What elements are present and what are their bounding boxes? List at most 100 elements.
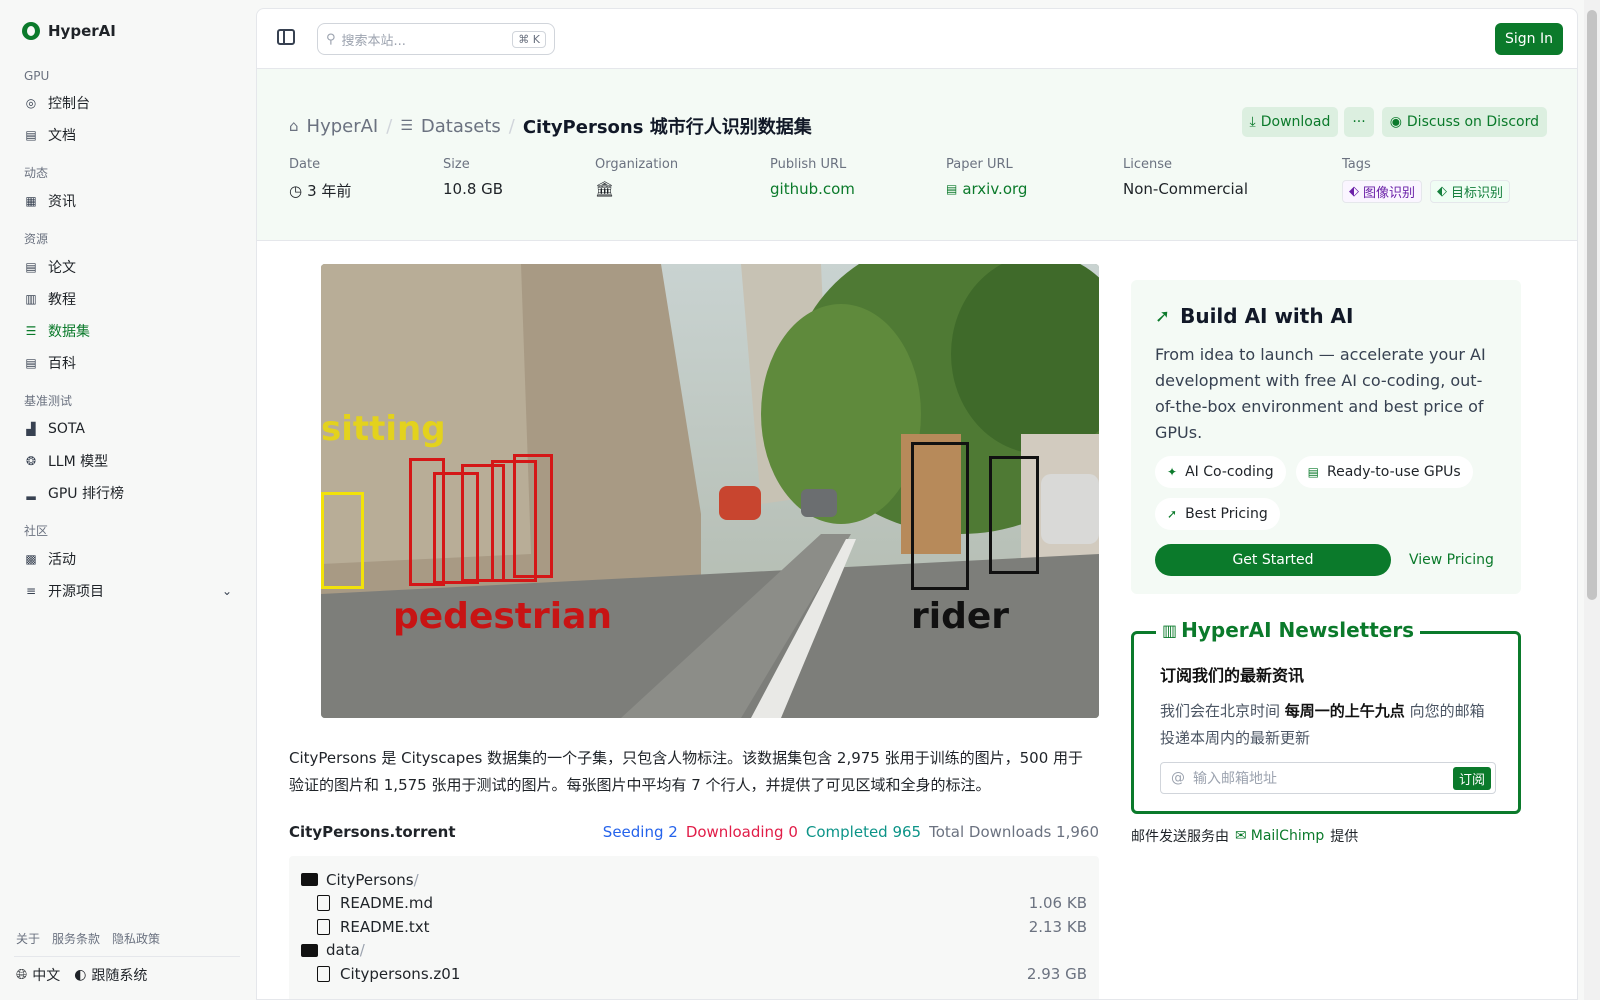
sidebar-item[interactable]: ▤ 论文 bbox=[14, 251, 242, 283]
discord-icon: ◉ bbox=[1389, 114, 1402, 130]
footer-link-terms[interactable]: 服务条款 bbox=[52, 930, 100, 947]
chip-label: AI Co-coding bbox=[1185, 464, 1274, 480]
stat-total-downloads: Total Downloads 1,960 bbox=[929, 823, 1099, 841]
meta-size-value: 10.8 GB bbox=[443, 180, 504, 198]
file-row[interactable]: CityPersons / bbox=[301, 868, 1087, 892]
app-name: HyperAI bbox=[48, 22, 116, 40]
more-icon: ··· bbox=[1352, 114, 1366, 130]
sign-in-button[interactable]: Sign In bbox=[1495, 23, 1563, 55]
search-input[interactable]: ⚲ 搜索本站... ⌘ K bbox=[317, 23, 555, 55]
sidebar-item[interactable]: ▤ 文档 bbox=[14, 119, 242, 151]
mailchimp-link[interactable]: ✉ MailChimp bbox=[1235, 828, 1324, 844]
institution-icon: 🏛︎ bbox=[595, 180, 615, 198]
sidebar-section-title: 社区 bbox=[24, 524, 49, 538]
file-row[interactable]: data / bbox=[301, 939, 1087, 963]
meta-paper-url: Paper URL ▤ arxiv.org bbox=[946, 157, 1123, 203]
file-size: 2.13 KB bbox=[1028, 917, 1087, 936]
sidebar-item[interactable]: ≡ 开源项目 ⌄ bbox=[14, 575, 242, 607]
subscribe-button[interactable]: 订阅 bbox=[1452, 766, 1491, 790]
get-started-button[interactable]: Get Started bbox=[1155, 544, 1391, 576]
tag-list: ⬖ 图像识别 ⬖ 目标识别 bbox=[1342, 180, 1511, 203]
dataset-meta: Date ◷ 3 年前 Size 10.8 GB Organization 🏛︎ … bbox=[289, 157, 1511, 203]
tag-chip[interactable]: ⬖ 目标识别 bbox=[1430, 180, 1511, 203]
breadcrumb: ⌂ HyperAI / ☰ Datasets / CityPersons 城市行… bbox=[289, 113, 812, 139]
meta-date: Date ◷ 3 年前 bbox=[289, 157, 443, 203]
more-button[interactable]: ··· bbox=[1344, 107, 1374, 137]
sidebar-item-label: SOTA bbox=[48, 421, 85, 437]
sidebar-item[interactable]: ◎ 控制台 bbox=[14, 87, 242, 119]
paper-icon: ▤ bbox=[25, 260, 37, 274]
breadcrumb-home[interactable]: HyperAI bbox=[307, 116, 379, 137]
file-row[interactable]: README.md 1.06 KB bbox=[301, 892, 1087, 916]
meta-license: License Non-Commercial bbox=[1123, 157, 1342, 203]
feature-chip: ✦ AI Co-coding bbox=[1155, 456, 1286, 488]
sidebar-section-title: 资源 bbox=[24, 232, 49, 246]
sidebar-item[interactable]: ▤ 百科 bbox=[14, 347, 242, 379]
file-size: 2.93 GB bbox=[1026, 964, 1087, 983]
scrollbar[interactable] bbox=[1584, 0, 1600, 1000]
document-icon: ▤ bbox=[946, 182, 958, 196]
tag-label: 图像识别 bbox=[1363, 186, 1416, 201]
mail-icon: ✉ bbox=[1235, 828, 1247, 844]
stat-downloading: Downloading 0 bbox=[685, 823, 798, 841]
scrollbar-thumb[interactable] bbox=[1587, 10, 1597, 600]
header-actions: ⤓ Download ··· ◉ Discuss on Discord bbox=[1241, 107, 1547, 137]
newsletter-card: ▥ HyperAI Newsletters 订阅我们的最新资讯 我们会在北京时间 … bbox=[1131, 618, 1521, 814]
wiki-icon: ▤ bbox=[25, 356, 37, 370]
database-icon: ☰ bbox=[25, 324, 37, 338]
sidebar-item[interactable]: ▦ 资讯 bbox=[14, 185, 242, 217]
file-name: CityPersons bbox=[326, 870, 414, 889]
torrent-name[interactable]: CityPersons.torrent bbox=[289, 823, 456, 841]
sidebar-item[interactable]: ▩ 活动 bbox=[14, 543, 242, 575]
app-logo[interactable]: HyperAI bbox=[22, 22, 116, 40]
meta-date-value: 3 年前 bbox=[307, 182, 352, 200]
torrent-stats: Seeding 2 Downloading 0 Completed 965 To… bbox=[603, 823, 1099, 841]
meta-date-label: Date bbox=[289, 157, 321, 172]
sidebar-item[interactable]: ☰ 数据集 bbox=[14, 315, 242, 347]
discord-button[interactable]: ◉ Discuss on Discord bbox=[1381, 107, 1547, 137]
build-ai-title-text: Build AI with AI bbox=[1180, 304, 1354, 328]
server-icon: ▤ bbox=[1307, 465, 1320, 479]
search-shortcut: ⌘ K bbox=[512, 30, 546, 48]
meta-organization: Organization 🏛︎ bbox=[595, 157, 770, 203]
path-slash: / bbox=[413, 870, 419, 889]
sidebar-item[interactable]: ▟ SOTA bbox=[14, 413, 242, 445]
footer-link-about[interactable]: 关于 bbox=[16, 930, 40, 947]
footer-link-privacy[interactable]: 隐私政策 bbox=[112, 930, 160, 947]
sidebar-item-label: 控制台 bbox=[48, 96, 90, 112]
theme-switch[interactable]: ◐ 跟随系统 bbox=[74, 965, 147, 985]
file-icon bbox=[317, 895, 330, 912]
sidebar-item-label: 开源项目 bbox=[48, 584, 104, 600]
build-ai-card: ➚ Build AI with AI From idea to launch — … bbox=[1131, 280, 1521, 594]
bbox-pedestrian bbox=[513, 454, 553, 578]
sidebar-item-label: 百科 bbox=[48, 356, 76, 372]
file-row[interactable]: Citypersons.z01 2.93 GB bbox=[301, 962, 1087, 986]
stat-seeding: Seeding 2 bbox=[602, 823, 678, 841]
download-button[interactable]: ⤓ Download bbox=[1241, 107, 1339, 137]
chevron-down-icon[interactable]: ⌄ bbox=[222, 584, 232, 598]
sidebar-item[interactable]: ▂ GPU 排行榜 bbox=[14, 477, 242, 509]
meta-paper-url-label: Paper URL bbox=[946, 157, 1013, 172]
event-icon: ▩ bbox=[25, 552, 37, 566]
breadcrumb-datasets[interactable]: Datasets bbox=[421, 116, 501, 137]
tag-chip[interactable]: ⬖ 图像识别 bbox=[1342, 180, 1423, 203]
meta-size-label: Size bbox=[443, 157, 470, 172]
publish-url-link[interactable]: github.com bbox=[770, 180, 946, 198]
sidebar-item-label: 数据集 bbox=[48, 324, 90, 340]
sidebar-item[interactable]: ▥ 教程 bbox=[14, 283, 242, 315]
language-switch[interactable]: 🌐︎ 中文 bbox=[16, 965, 60, 985]
book-icon: ▥ bbox=[25, 292, 37, 306]
stat-completed: Completed 965 bbox=[805, 823, 922, 841]
sidebar-section-title: 动态 bbox=[24, 166, 49, 180]
sidebar-item[interactable]: ❂ LLM 模型 bbox=[14, 445, 242, 477]
paper-url-link[interactable]: ▤ arxiv.org bbox=[946, 180, 1123, 198]
discord-label: Discuss on Discord bbox=[1406, 114, 1539, 130]
sidebar-toggle-icon[interactable] bbox=[277, 29, 295, 45]
view-pricing-link[interactable]: View Pricing bbox=[1409, 552, 1494, 568]
meta-license-value: Non-Commercial bbox=[1123, 180, 1249, 198]
sidebar-item-label: 文档 bbox=[48, 128, 76, 144]
file-row[interactable]: README.txt 2.13 KB bbox=[301, 915, 1087, 939]
email-field[interactable]: @ 输入邮箱地址 订阅 bbox=[1160, 762, 1496, 794]
provider-name: MailChimp bbox=[1250, 828, 1325, 844]
tag-label: 目标识别 bbox=[1451, 186, 1504, 201]
